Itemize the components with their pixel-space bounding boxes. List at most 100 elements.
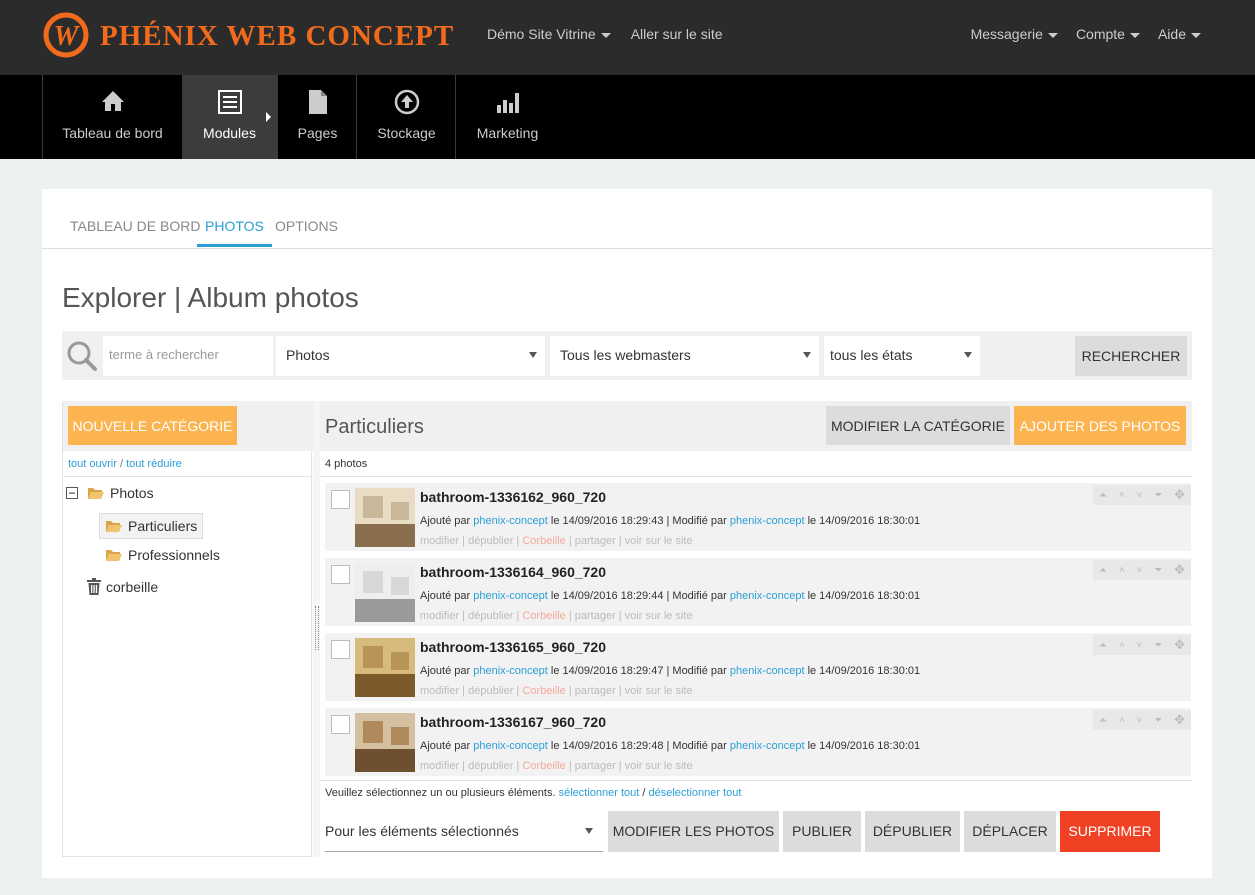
drag-handle-icon[interactable] [315,606,319,650]
move-top-icon[interactable]: ⏶ [1099,565,1107,576]
deselect-all-link[interactable]: déselectionner tout [648,787,741,799]
delete-button[interactable]: SUPPRIMER [1060,811,1160,852]
webmaster-select[interactable]: Tous les webmasters [550,336,819,376]
modified-by-link[interactable]: phenix-concept [730,590,805,602]
row-action-4[interactable]: voir sur le site [625,610,693,622]
move-button[interactable]: DÉPLACER [964,811,1056,852]
move-top-icon[interactable]: ⏶ [1099,490,1107,501]
tree-node-particuliers[interactable]: Particuliers [99,513,204,539]
tree-node-photos[interactable]: Photos [66,485,154,501]
row-checkbox[interactable] [331,715,350,734]
row-action-2[interactable]: Corbeille [522,610,565,622]
photo-name[interactable]: bathroom-1336167_960_720 [420,714,606,730]
move-up-icon[interactable]: ˄ [1119,715,1125,726]
drag-move-icon[interactable]: ✥ [1174,487,1185,503]
move-top-icon[interactable]: ⏶ [1099,715,1107,726]
move-bottom-icon[interactable]: ⏷ [1154,490,1162,501]
row-action-4[interactable]: voir sur le site [625,760,693,772]
photo-name[interactable]: bathroom-1336165_960_720 [420,639,606,655]
row-action-2[interactable]: Corbeille [522,535,565,547]
added-by-link[interactable]: phenix-concept [473,590,548,602]
search-input[interactable]: terme à rechercher [103,336,273,376]
tree-node-professionnels[interactable]: Professionnels [105,547,220,563]
row-checkbox[interactable] [331,490,350,509]
bulk-action-select[interactable]: Pour les éléments sélectionnés [325,811,603,852]
row-action-2[interactable]: Corbeille [522,685,565,697]
photo-thumbnail[interactable] [355,713,415,772]
logo[interactable]: W PHÉNIX WEB CONCEPT [42,8,462,63]
tree-node-trash[interactable]: corbeille [87,578,158,595]
move-down-icon[interactable]: ˅ [1137,490,1143,501]
row-action-0[interactable]: modifier [420,760,459,772]
module-modules[interactable]: Modules [182,75,277,159]
folder-open-icon [106,521,122,532]
unpublish-button[interactable]: DÉPUBLIER [865,811,960,852]
photo-name[interactable]: bathroom-1336162_960_720 [420,489,606,505]
move-down-icon[interactable]: ˅ [1137,715,1143,726]
state-select[interactable]: tous les états [824,336,980,376]
modified-by-link[interactable]: phenix-concept [730,665,805,677]
help-menu[interactable]: Aide [1158,26,1201,42]
collapse-icon[interactable] [66,487,78,499]
drag-move-icon[interactable]: ✥ [1174,562,1185,578]
expand-all-link[interactable]: tout ouvrir [68,458,117,470]
added-by-link[interactable]: phenix-concept [473,740,548,752]
move-up-icon[interactable]: ˄ [1119,640,1125,651]
module-marketing[interactable]: Marketing [455,75,559,159]
added-by-link[interactable]: phenix-concept [473,665,548,677]
module-storage[interactable]: Stockage [356,75,456,159]
row-action-4[interactable]: voir sur le site [625,685,693,697]
move-up-icon[interactable]: ˄ [1119,565,1125,576]
row-action-3[interactable]: partager [575,685,616,697]
row-action-0[interactable]: modifier [420,610,459,622]
module-dashboard[interactable]: Tableau de bord [42,75,182,159]
row-action-0[interactable]: modifier [420,685,459,697]
type-select[interactable]: Photos [276,336,545,376]
modified-by-link[interactable]: phenix-concept [730,740,805,752]
row-action-4[interactable]: voir sur le site [625,535,693,547]
account-menu[interactable]: Compte [1076,26,1140,42]
drag-move-icon[interactable]: ✥ [1174,637,1185,653]
row-action-1[interactable]: dépublier [468,535,513,547]
search-button[interactable]: RECHERCHER [1075,336,1187,376]
row-action-1[interactable]: dépublier [468,685,513,697]
move-down-icon[interactable]: ˅ [1137,565,1143,576]
go-to-site-link[interactable]: Aller sur le site [631,26,723,42]
edit-photos-button[interactable]: MODIFIER LES PHOTOS [608,811,779,852]
new-category-button[interactable]: NOUVELLE CATÉGORIE [68,406,237,445]
added-by-link[interactable]: phenix-concept [473,515,548,527]
select-all-link[interactable]: sélectionner tout [559,787,640,799]
svg-text:W: W [54,21,81,52]
row-checkbox[interactable] [331,565,350,584]
modified-by-link[interactable]: phenix-concept [730,515,805,527]
row-action-2[interactable]: Corbeille [522,760,565,772]
photo-thumbnail[interactable] [355,563,415,622]
tab-dashboard[interactable]: TABLEAU DE BORD [70,218,200,234]
collapse-all-link[interactable]: tout réduire [126,458,182,470]
drag-move-icon[interactable]: ✥ [1174,712,1185,728]
move-top-icon[interactable]: ⏶ [1099,640,1107,651]
row-checkbox[interactable] [331,640,350,659]
move-bottom-icon[interactable]: ⏷ [1154,640,1162,651]
row-action-1[interactable]: dépublier [468,610,513,622]
row-action-3[interactable]: partager [575,760,616,772]
module-pages[interactable]: Pages [277,75,357,159]
row-action-1[interactable]: dépublier [468,760,513,772]
row-action-0[interactable]: modifier [420,535,459,547]
photo-name[interactable]: bathroom-1336164_960_720 [420,564,606,580]
publish-button[interactable]: PUBLIER [783,811,861,852]
tab-photos[interactable]: PHOTOS [197,218,272,247]
move-bottom-icon[interactable]: ⏷ [1154,565,1162,576]
move-up-icon[interactable]: ˄ [1119,490,1125,501]
add-photos-button[interactable]: AJOUTER DES PHOTOS [1014,406,1186,445]
row-action-3[interactable]: partager [575,610,616,622]
messaging-menu[interactable]: Messagerie [971,26,1058,42]
photo-thumbnail[interactable] [355,488,415,547]
row-action-3[interactable]: partager [575,535,616,547]
demo-site-menu[interactable]: Démo Site Vitrine [487,26,611,42]
move-down-icon[interactable]: ˅ [1137,640,1143,651]
edit-category-button[interactable]: MODIFIER LA CATÉGORIE [826,406,1010,445]
tab-options[interactable]: OPTIONS [275,218,338,234]
photo-thumbnail[interactable] [355,638,415,697]
move-bottom-icon[interactable]: ⏷ [1154,715,1162,726]
